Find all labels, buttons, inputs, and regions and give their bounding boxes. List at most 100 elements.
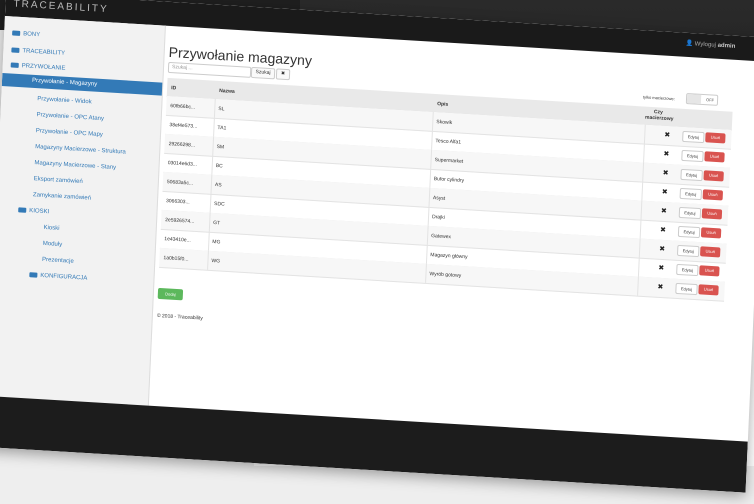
sidebar-item-label: Przywołanie - Magazyny bbox=[31, 77, 98, 88]
column-divider bbox=[431, 111, 434, 131]
delete-button[interactable]: Usuń bbox=[705, 132, 726, 144]
search-input[interactable]: Szukaj ... bbox=[167, 61, 252, 78]
clear-search-button[interactable]: ✖ bbox=[275, 68, 291, 81]
column-divider bbox=[431, 130, 433, 150]
folder-icon bbox=[11, 47, 20, 53]
cell-name: GT bbox=[213, 220, 221, 227]
cell-name: BC bbox=[215, 163, 223, 170]
cell-name: AS bbox=[214, 182, 222, 189]
sidebar-item-prezentacje[interactable]: Prezentacje bbox=[42, 257, 74, 265]
cell-id: 50683a5c... bbox=[166, 179, 194, 187]
sidebar-item-opc-atany[interactable]: Przywołanie - OPC Atany bbox=[36, 112, 104, 122]
column-divider bbox=[210, 174, 213, 194]
delete-button[interactable]: Usuń bbox=[699, 265, 720, 277]
folder-icon bbox=[29, 272, 38, 278]
edit-button[interactable]: Edytuj bbox=[678, 206, 702, 220]
folder-icon bbox=[12, 30, 21, 36]
search-button[interactable]: Szukaj bbox=[250, 66, 276, 80]
sidebar-group-kioski[interactable]: KIOSKI bbox=[18, 207, 49, 215]
brand-logo[interactable]: TRACEABILITY bbox=[13, 0, 109, 15]
not-matrix-icon: ✖ bbox=[659, 226, 667, 235]
column-divider bbox=[207, 231, 210, 251]
delete-button[interactable]: Usuń bbox=[698, 284, 719, 296]
column-divider bbox=[425, 244, 428, 264]
column-header-description[interactable]: Opis bbox=[437, 101, 448, 108]
matrix-filter-toggle[interactable]: OFF bbox=[685, 92, 719, 106]
column-divider bbox=[637, 257, 640, 277]
not-matrix-icon: ✖ bbox=[663, 150, 670, 159]
add-button[interactable]: Dodaj bbox=[157, 287, 184, 301]
column-divider bbox=[213, 117, 215, 137]
column-divider bbox=[641, 181, 644, 201]
sidebar-item-mag-struktura[interactable]: Magazyny Macierzowe - Struktura bbox=[35, 144, 126, 155]
column-divider bbox=[208, 212, 211, 232]
app-window: TRACEABILITY 👤 Wyloguj admin BONY TRACEA… bbox=[0, 0, 754, 493]
delete-button[interactable]: Usuń bbox=[702, 189, 724, 201]
column-divider bbox=[426, 225, 429, 245]
sidebar-group-przywolanie[interactable]: PRZYWOŁANIE bbox=[10, 62, 66, 72]
edit-button[interactable]: Edytuj bbox=[675, 282, 698, 296]
sidebar-group-traceability[interactable]: TRACEABILITY bbox=[11, 47, 66, 57]
cell-id: 3066303... bbox=[165, 198, 190, 206]
sidebar-item-moduly[interactable]: Moduły bbox=[43, 241, 63, 248]
sidebar-item-kioski[interactable]: Kioski bbox=[43, 225, 59, 232]
edit-button[interactable]: Edytuj bbox=[680, 168, 703, 182]
column-divider bbox=[643, 124, 646, 144]
column-divider bbox=[427, 206, 430, 226]
column-divider bbox=[213, 98, 216, 118]
edit-button[interactable]: Edytuj bbox=[676, 244, 700, 258]
main-content: Przywołanie magazyny Szukaj ... Szukaj ✖… bbox=[148, 26, 754, 442]
cell-name: WG bbox=[211, 258, 221, 265]
cell-description: Supermarket bbox=[434, 157, 464, 165]
edit-button[interactable]: Edytuj bbox=[677, 225, 701, 239]
column-header-matrix[interactable]: Czy macierzowy bbox=[645, 109, 674, 122]
sidebar-item-eksport-zamowien[interactable]: Eksport zamówień bbox=[34, 176, 83, 185]
cell-description: Skowik bbox=[436, 119, 453, 127]
sidebar: BONY TRACEABILITY PRZYWOŁANIE Przywołani… bbox=[0, 16, 166, 406]
sidebar-group-label: TRACEABILITY bbox=[22, 48, 66, 57]
sidebar-item-zamykanie-zamowien[interactable]: Zamykanie zamówień bbox=[33, 192, 91, 201]
cell-name: MG bbox=[212, 239, 221, 246]
column-header-id[interactable]: ID bbox=[171, 85, 176, 91]
sidebar-group-label: KONFIGURACJA bbox=[40, 272, 88, 282]
cell-name: SL bbox=[218, 106, 225, 113]
cell-description: Drajki bbox=[431, 214, 445, 221]
matrix-filter-label: tylko macierzowe: bbox=[642, 94, 675, 102]
sidebar-group-bony[interactable]: BONY bbox=[12, 30, 40, 38]
column-divider bbox=[642, 162, 645, 182]
delete-button[interactable]: Usuń bbox=[703, 170, 724, 182]
cell-id: 60fb66bc... bbox=[170, 103, 196, 111]
folder-open-icon bbox=[18, 207, 27, 213]
column-divider bbox=[638, 238, 641, 258]
sidebar-group-konfiguracja[interactable]: KONFIGURACJA bbox=[29, 272, 88, 282]
cell-description: Tesco Alfa1 bbox=[435, 138, 462, 146]
delete-button[interactable]: Usuń bbox=[700, 227, 722, 239]
edit-button[interactable]: Edytuj bbox=[682, 130, 705, 144]
delete-button[interactable]: Usuń bbox=[704, 151, 725, 163]
not-matrix-icon: ✖ bbox=[657, 283, 664, 292]
delete-button[interactable]: Usuń bbox=[701, 208, 723, 220]
not-matrix-icon: ✖ bbox=[664, 131, 671, 140]
sidebar-group-label: KIOSKI bbox=[29, 208, 50, 216]
edit-button[interactable]: Edytuj bbox=[679, 187, 703, 201]
column-divider bbox=[212, 136, 215, 156]
sidebar-item-opc-mapy[interactable]: Przywołanie - OPC Mapy bbox=[36, 128, 103, 138]
column-divider bbox=[430, 149, 433, 169]
sidebar-item-przywolanie-magazyny[interactable]: Przywołanie - Magazyny bbox=[1, 73, 163, 96]
delete-button[interactable]: Usuń bbox=[700, 246, 721, 258]
column-divider bbox=[428, 187, 431, 207]
column-header-name[interactable]: Nazwa bbox=[219, 88, 235, 95]
cell-description: Bufor cylindry bbox=[433, 176, 465, 184]
sidebar-item-mag-stany[interactable]: Magazyny Macierzowe - Stany bbox=[34, 160, 116, 171]
not-matrix-icon: ✖ bbox=[661, 188, 668, 197]
column-divider bbox=[637, 276, 639, 296]
logout-link[interactable]: 👤 Wyloguj admin bbox=[685, 40, 735, 50]
cell-description: Gatewex bbox=[431, 233, 452, 241]
cell-name: SM bbox=[216, 144, 225, 151]
cell-description: Asyst bbox=[432, 195, 446, 202]
toggle-state-label: OFF bbox=[705, 97, 715, 103]
not-matrix-icon: ✖ bbox=[662, 169, 669, 178]
edit-button[interactable]: Edytuj bbox=[681, 149, 704, 163]
edit-button[interactable]: Edytuj bbox=[676, 263, 699, 277]
sidebar-item-przywolanie-widok[interactable]: Przywołanie - Widok bbox=[37, 96, 92, 105]
